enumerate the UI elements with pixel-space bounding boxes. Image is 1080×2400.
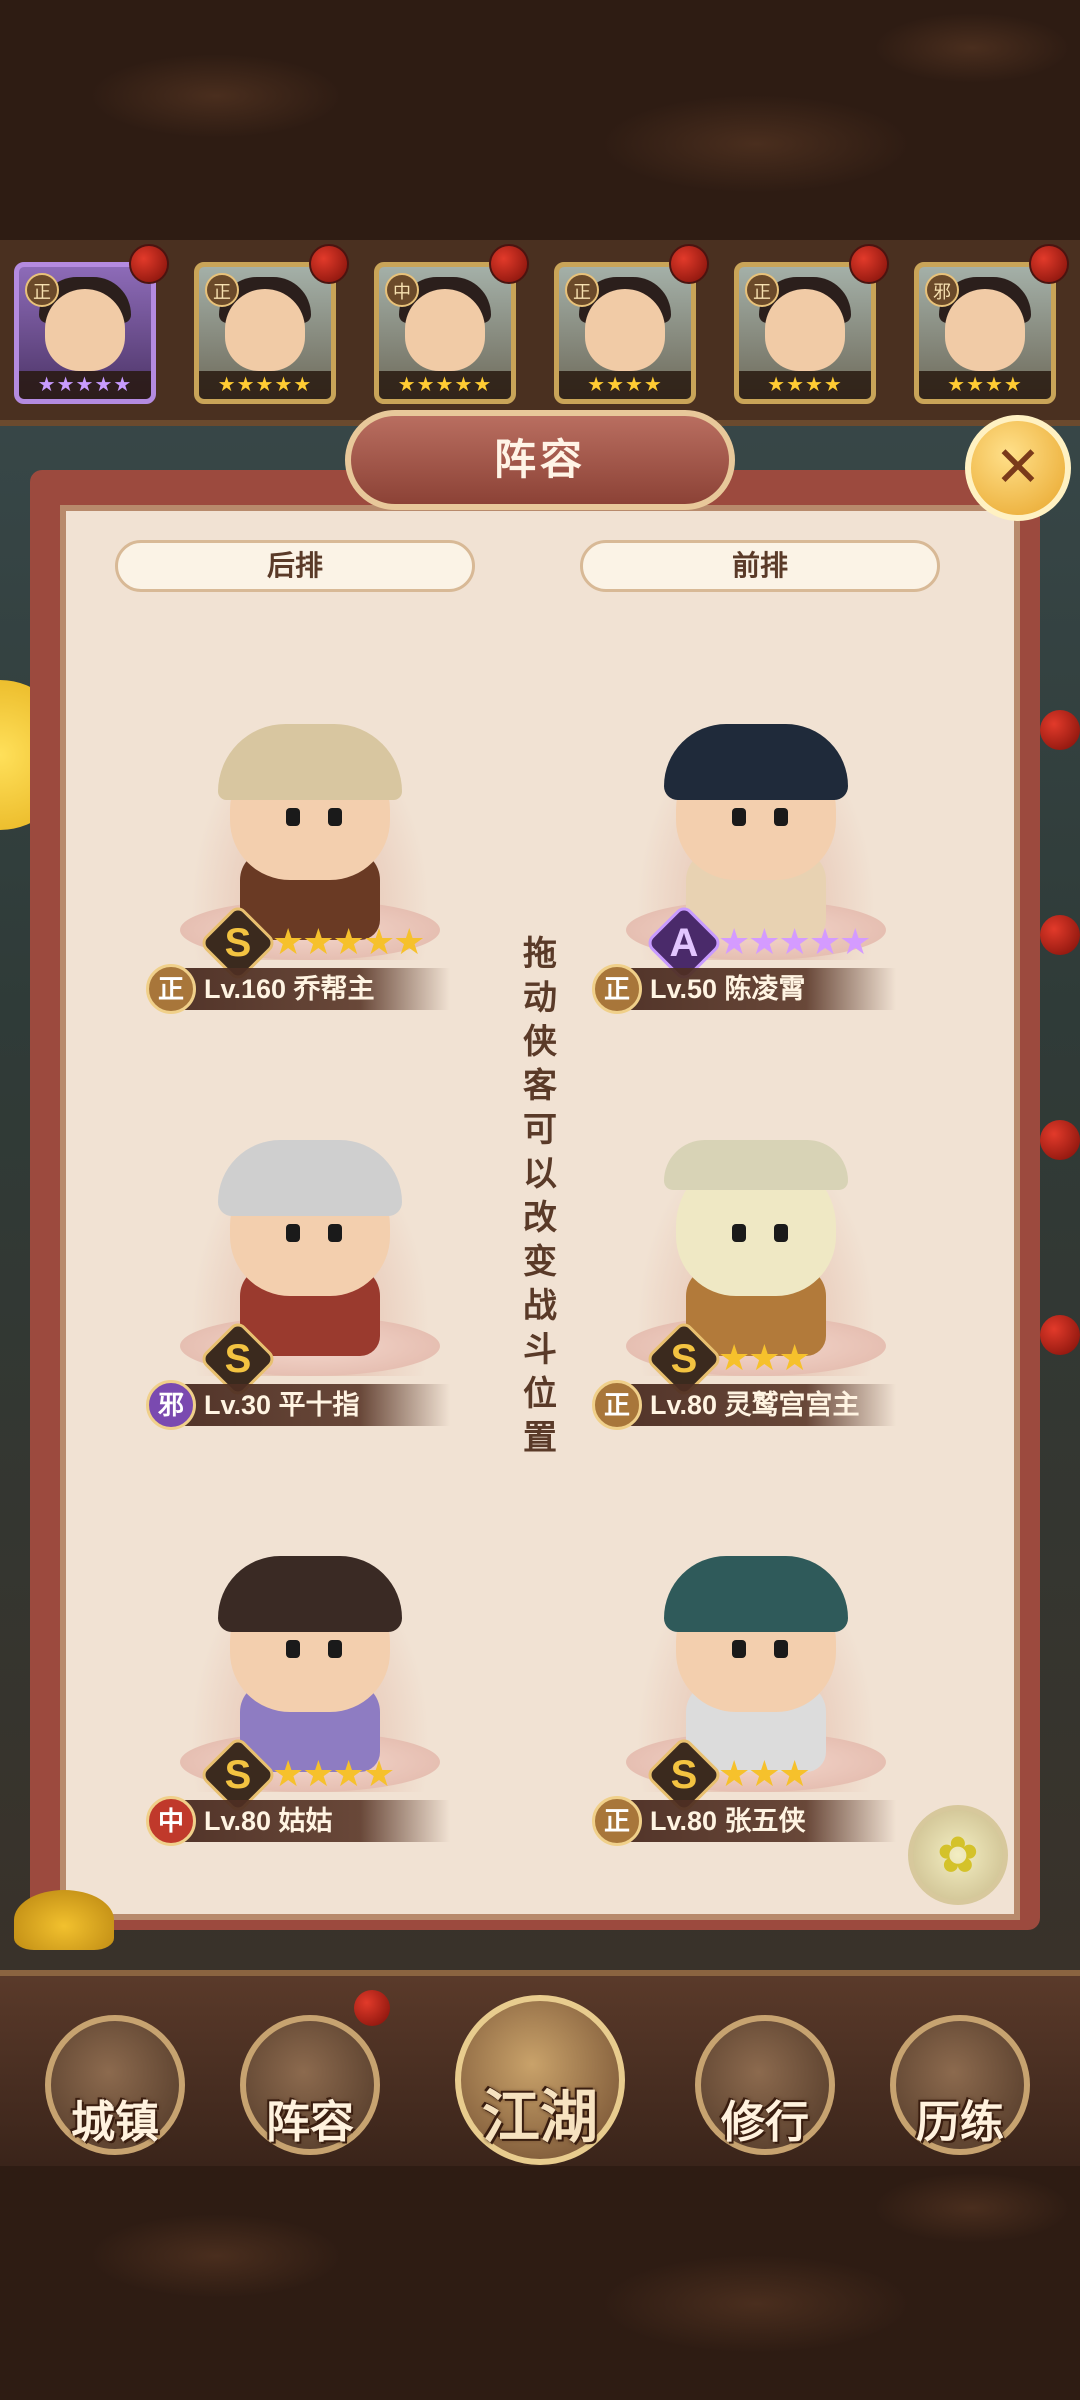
faction-badge: 邪: [925, 273, 959, 307]
hero-level-name: Lv.50 陈凌霄: [650, 974, 806, 1004]
nav-training-label: 修行: [721, 2098, 809, 2147]
notification-dot: [309, 244, 349, 284]
close-button[interactable]: ✕: [965, 415, 1071, 521]
star-rating: ★★★★★: [379, 371, 511, 399]
hero-level-name: Lv.30 平十指: [204, 1390, 360, 1420]
star-rating: ★★★★: [272, 1753, 395, 1794]
hero-slot-front-3[interactable]: S ★★★ 正 Lv.80 张五侠: [592, 1532, 906, 1846]
faction-badge: 中: [146, 1796, 196, 1846]
faction-badge: 正: [592, 964, 642, 1014]
star-rating: ★★★★★: [19, 371, 151, 399]
star-rating: ★★★: [718, 1337, 811, 1378]
back-row-label: 后排: [115, 540, 475, 592]
star-rating: ★★★★★: [199, 371, 331, 399]
front-row-label: 前排: [580, 540, 940, 592]
nav-trials-label: 历练: [916, 2098, 1004, 2147]
side-knob: [1040, 1120, 1080, 1160]
roster-hero-card[interactable]: 邪 ★★★★: [914, 262, 1056, 404]
hero-slot-front-2[interactable]: S ★★★ 正 Lv.80 灵鹫宫宫主: [592, 1116, 906, 1430]
side-knob: [1040, 915, 1080, 955]
faction-badge: 中: [385, 273, 419, 307]
faction-badge: 正: [205, 273, 239, 307]
cloud-decoration-icon: [14, 1890, 114, 1950]
background-bottom: [0, 2160, 1080, 2400]
star-rating: ★★★★★: [272, 921, 425, 962]
panel-title: 阵容: [493, 436, 586, 483]
hero-level-name: Lv.80 张五侠: [650, 1806, 806, 1836]
side-knob: [1040, 1315, 1080, 1355]
hero-slot-front-1[interactable]: A ★★★★★ 正 Lv.50 陈凌霄: [592, 700, 906, 1014]
close-icon: ✕: [994, 435, 1042, 498]
roster-hero-card[interactable]: 正 ★★★★★: [14, 262, 156, 404]
faction-badge: 正: [565, 273, 599, 307]
background-top: [0, 0, 1080, 240]
hero-slot-back-1[interactable]: S ★★★★★ 正 Lv.160 乔帮主: [146, 700, 460, 1014]
notification-dot: [129, 244, 169, 284]
faction-badge: 正: [745, 273, 779, 307]
nav-jianghu-label: 江湖: [481, 2085, 598, 2150]
nav-town-label: 城镇: [71, 2098, 159, 2147]
roster-hero-card[interactable]: 正 ★★★★: [734, 262, 876, 404]
faction-badge: 邪: [146, 1380, 196, 1430]
hero-slot-back-3[interactable]: S ★★★★ 中 Lv.80 姑姑: [146, 1532, 460, 1846]
notification-dot: [669, 244, 709, 284]
side-knob: [1040, 710, 1080, 750]
fan-button[interactable]: ✿: [908, 1805, 1008, 1905]
hero-slot-back-2[interactable]: S 邪 Lv.30 平十指: [146, 1116, 460, 1430]
star-rating: ★★★★: [919, 371, 1051, 399]
notification-dot: [354, 1990, 390, 2026]
faction-badge: 正: [592, 1380, 642, 1430]
star-rating: ★★★: [718, 1753, 811, 1794]
faction-badge: 正: [592, 1796, 642, 1846]
notification-dot: [849, 244, 889, 284]
nav-lineup-label: 阵容: [266, 2098, 354, 2147]
star-rating: ★★★★: [739, 371, 871, 399]
hero-level-name: Lv.160 乔帮主: [204, 974, 375, 1004]
star-rating: ★★★★★: [718, 921, 871, 962]
roster-hero-card[interactable]: 正 ★★★★: [554, 262, 696, 404]
notification-dot: [1029, 244, 1069, 284]
notification-dot: [489, 244, 529, 284]
hero-level-name: Lv.80 灵鹫宫宫主: [650, 1390, 860, 1420]
faction-badge: 正: [25, 273, 59, 307]
roster-hero-card[interactable]: 正 ★★★★★: [194, 262, 336, 404]
faction-badge: 正: [146, 964, 196, 1014]
fan-icon: ✿: [937, 1827, 979, 1883]
drag-hint-text: 拖动侠 客可以 改变战 斗位置: [523, 935, 557, 1457]
star-rating: ★★★★: [559, 371, 691, 399]
roster-hero-card[interactable]: 中 ★★★★★: [374, 262, 516, 404]
hero-level-name: Lv.80 姑姑: [204, 1806, 333, 1836]
